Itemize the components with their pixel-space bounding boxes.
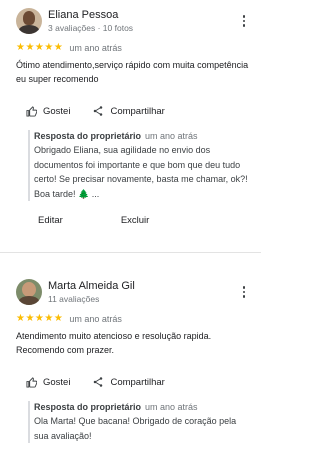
reply-text[interactable]: Obrigado Eliana, sua agilidade no envio …: [34, 143, 251, 201]
reviewer-meta: 3 avaliações · 10 fotos: [48, 22, 134, 33]
reviewer-name[interactable]: Marta Almeida Gil: [48, 280, 237, 293]
review-text: Atendimento muito atencioso e resolução …: [16, 331, 212, 355]
review-date: um ano atrás: [69, 314, 122, 324]
delete-button[interactable]: Excluir: [121, 215, 150, 226]
review-header: Marta Almeida Gil 11 avaliações: [16, 274, 251, 310]
share-icon: [94, 377, 103, 387]
star-rating: ★★★★★: [16, 313, 64, 324]
review-card: Marta Almeida Gil 11 avaliações ★★★★★ um…: [0, 253, 261, 449]
reply-title: Resposta do proprietário: [34, 402, 142, 412]
review-header: Eliana Pessoa 3 avaliações · 10 fotos: [16, 3, 251, 39]
owner-reply: Resposta do proprietário um ano atrás Ola…: [28, 401, 251, 443]
reviewer-info: Marta Almeida Gil 11 avaliações: [48, 280, 237, 303]
rating-row: ★★★★★ um ano atrás: [16, 312, 251, 326]
reply-controls: Editar Excluir: [24, 215, 251, 226]
owner-reply: Resposta do proprietário um ano atrás Obr…: [28, 130, 251, 201]
review-text: Ótimo atendimento,serviço rápido com mui…: [16, 60, 249, 84]
like-label: Gostei: [43, 105, 71, 117]
more-options-icon[interactable]: [237, 11, 251, 31]
reviewer-name[interactable]: Eliana Pessoa: [48, 9, 237, 22]
reply-text: Ola Marta! Que bacana! Obrigado de coraç…: [34, 416, 237, 441]
reply-title: Resposta do proprietário: [34, 131, 142, 141]
reviewer-info: Eliana Pessoa 3 avaliações · 10 fotos: [48, 9, 237, 32]
like-button[interactable]: Gostei: [26, 106, 70, 117]
thumbs-up-icon: [26, 105, 37, 117]
like-label: Gostei: [43, 376, 71, 388]
avatar[interactable]: [16, 279, 42, 305]
reviewer-meta: 11 avaliações: [48, 293, 100, 304]
review-date: um ano atrás: [69, 43, 122, 53]
more-options-icon[interactable]: [237, 282, 251, 302]
rating-row: ★★★★★ um ano atrás: [16, 41, 251, 55]
share-button[interactable]: Compartilhar: [92, 105, 165, 117]
avatar[interactable]: [16, 8, 42, 34]
review-actions: Gostei Compartilhar: [26, 373, 251, 391]
edit-button[interactable]: Editar: [38, 215, 63, 226]
reply-header: Resposta do proprietário um ano atrás: [34, 401, 251, 414]
review-card: Eliana Pessoa 3 avaliações · 10 fotos ★★…: [0, 3, 261, 253]
reply-date: um ano atrás: [145, 131, 198, 141]
share-button[interactable]: Compartilhar: [92, 376, 165, 388]
review-actions: Gostei Compartilhar: [26, 102, 251, 120]
reply-header: Resposta do proprietário um ano atrás: [34, 130, 251, 143]
share-label: Compartilhar: [110, 376, 165, 388]
share-label: Compartilhar: [110, 105, 165, 117]
thumbs-up-icon: [26, 376, 37, 388]
like-button[interactable]: Gostei: [26, 377, 70, 388]
share-icon: [94, 106, 103, 116]
star-rating: ★★★★★: [16, 42, 64, 53]
reply-date: um ano atrás: [145, 402, 198, 412]
